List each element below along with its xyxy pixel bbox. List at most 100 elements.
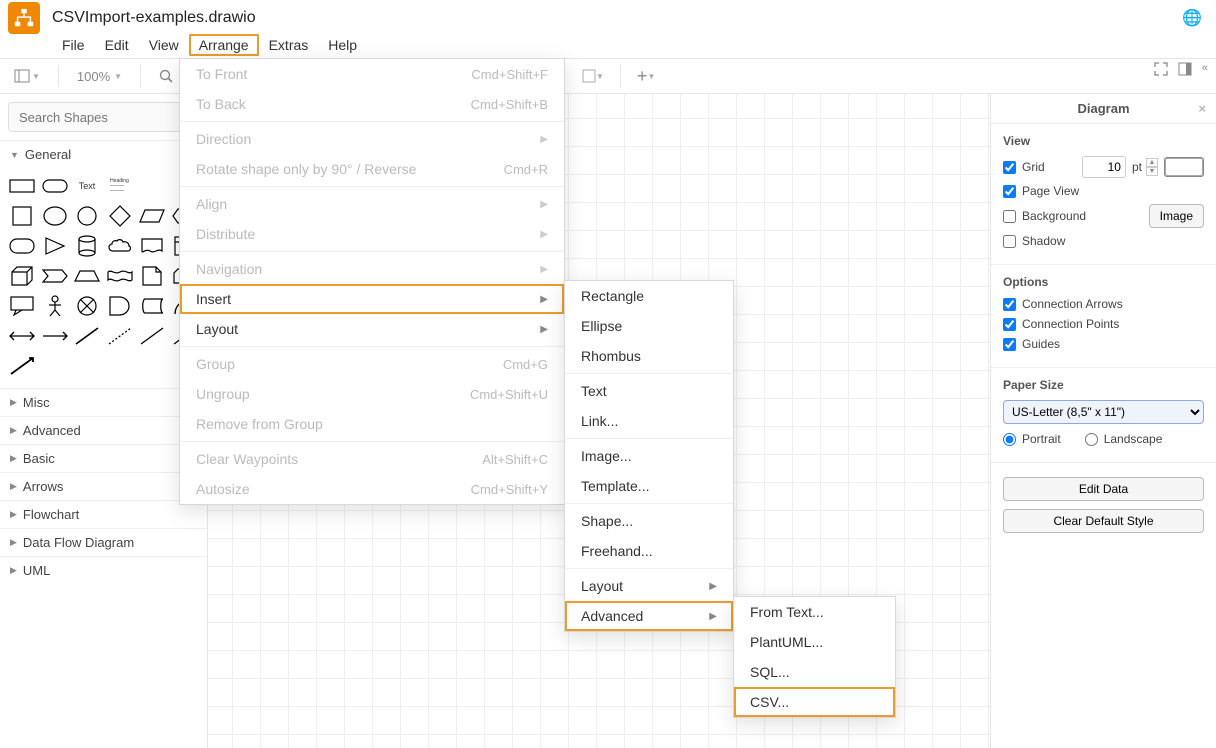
- panel-title: Diagram: [1077, 101, 1129, 116]
- shape-note[interactable]: [138, 264, 166, 288]
- shape-blank[interactable]: [138, 174, 166, 198]
- conn-points-checkbox[interactable]: [1003, 318, 1016, 331]
- fullscreen-icon[interactable]: [1154, 62, 1168, 79]
- shadow-checkbox[interactable]: [1003, 235, 1016, 248]
- menu-item-image[interactable]: Image...: [565, 441, 733, 471]
- section-general[interactable]: ▼General: [0, 140, 207, 168]
- menu-edit[interactable]: Edit: [95, 34, 139, 56]
- menu-item-template[interactable]: Template...: [565, 471, 733, 501]
- shape-heading[interactable]: Heading────────: [106, 174, 134, 198]
- menu-view[interactable]: View: [139, 34, 189, 56]
- advanced-submenu: From Text...PlantUML...SQL...CSV...: [733, 596, 896, 718]
- shape-ellipse[interactable]: [41, 204, 69, 228]
- menu-help[interactable]: Help: [318, 34, 367, 56]
- insert-submenu: RectangleEllipseRhombus TextLink... Image.…: [564, 280, 734, 632]
- shape-dashed-line[interactable]: [106, 324, 134, 348]
- shape-rounded-rect[interactable]: [41, 174, 69, 198]
- language-icon[interactable]: 🌐: [1182, 8, 1202, 28]
- document-title[interactable]: CSVImport-examples.drawio: [52, 9, 256, 27]
- menu-arrange[interactable]: Arrange: [189, 34, 259, 56]
- shape-arrow[interactable]: [41, 324, 69, 348]
- shape-or[interactable]: [73, 294, 101, 318]
- section-misc[interactable]: ▶Misc: [0, 388, 207, 416]
- shape-cube[interactable]: [8, 264, 36, 288]
- section-dfd[interactable]: ▶Data Flow Diagram: [0, 528, 207, 556]
- paper-size-select[interactable]: US-Letter (8,5" x 11"): [1003, 400, 1204, 424]
- grid-stepper[interactable]: ▲▼: [1146, 158, 1158, 176]
- shape-bidir-arrow[interactable]: [8, 324, 36, 348]
- chevron-right-icon: ▶: [540, 324, 548, 335]
- section-flowchart[interactable]: ▶Flowchart: [0, 500, 207, 528]
- pageview-checkbox[interactable]: [1003, 185, 1016, 198]
- section-arrows[interactable]: ▶Arrows: [0, 472, 207, 500]
- conn-arrows-checkbox[interactable]: [1003, 298, 1016, 311]
- shape-callout[interactable]: [8, 294, 36, 318]
- add-icon[interactable]: + ▼: [631, 62, 661, 91]
- menu-item-advanced[interactable]: Advanced▶: [565, 601, 733, 631]
- menu-item-csv[interactable]: CSV...: [734, 687, 895, 717]
- section-advanced[interactable]: ▶Advanced: [0, 416, 207, 444]
- landscape-radio[interactable]: [1085, 433, 1098, 446]
- menu-extras[interactable]: Extras: [259, 34, 319, 56]
- shape-actor[interactable]: [41, 294, 69, 318]
- shape-circle[interactable]: [73, 204, 101, 228]
- menu-item-rhombus[interactable]: Rhombus: [565, 341, 733, 371]
- menu-item-text[interactable]: Text: [565, 376, 733, 406]
- shape-diamond[interactable]: [106, 204, 134, 228]
- shape-step[interactable]: [41, 264, 69, 288]
- page-view-toggle-icon[interactable]: ▼: [8, 65, 46, 87]
- menu-item-layout[interactable]: Layout▶: [565, 571, 733, 601]
- collapse-icon[interactable]: «: [1202, 62, 1208, 79]
- format-panel: Diagram× View Grid pt ▲▼ Page View Backg…: [990, 94, 1216, 748]
- caret-icon: ▶: [10, 397, 17, 408]
- shape-cylinder[interactable]: [73, 234, 101, 258]
- conn-arrows-label: Connection Arrows: [1022, 297, 1123, 311]
- menu-item-clear-waypoints: Clear WaypointsAlt+Shift+C: [180, 444, 564, 474]
- shape-triangle[interactable]: [41, 234, 69, 258]
- grid-size-input[interactable]: [1082, 156, 1126, 178]
- shape-rect[interactable]: [8, 174, 36, 198]
- shape-square[interactable]: [8, 204, 36, 228]
- menu-item-shape[interactable]: Shape...: [565, 506, 733, 536]
- section-basic[interactable]: ▶Basic: [0, 444, 207, 472]
- menu-file[interactable]: File: [52, 34, 95, 56]
- menu-item-insert[interactable]: Insert▶: [180, 284, 564, 314]
- chevron-right-icon: ▶: [540, 199, 548, 210]
- edit-data-button[interactable]: Edit Data: [1003, 477, 1204, 501]
- menu-item-ellipse[interactable]: Ellipse: [565, 311, 733, 341]
- shape-cloud[interactable]: [106, 234, 134, 258]
- menu-item-sql[interactable]: SQL...: [734, 657, 895, 687]
- zoom-tool-icon[interactable]: [153, 65, 179, 87]
- menu-item-freehand[interactable]: Freehand...: [565, 536, 733, 566]
- style-dropdown-icon[interactable]: ▼: [576, 65, 610, 87]
- menu-item-link[interactable]: Link...: [565, 406, 733, 436]
- shape-and[interactable]: [106, 294, 134, 318]
- shape-tape[interactable]: [106, 264, 134, 288]
- shape-document[interactable]: [138, 234, 166, 258]
- close-icon[interactable]: ×: [1198, 101, 1206, 116]
- background-checkbox[interactable]: [1003, 210, 1016, 223]
- shape-process[interactable]: [8, 234, 36, 258]
- clear-style-button[interactable]: Clear Default Style: [1003, 509, 1204, 533]
- format-panel-toggle-icon[interactable]: [1178, 62, 1192, 79]
- shape-arrow3[interactable]: [8, 354, 36, 378]
- zoom-level[interactable]: 100% ▼: [71, 65, 128, 88]
- portrait-radio[interactable]: [1003, 433, 1016, 446]
- shape-parallelogram[interactable]: [138, 204, 166, 228]
- background-image-button[interactable]: Image: [1149, 204, 1204, 228]
- shape-text[interactable]: Text: [73, 174, 101, 198]
- guides-checkbox[interactable]: [1003, 338, 1016, 351]
- chevron-right-icon: ▶: [709, 611, 717, 622]
- shape-line[interactable]: [73, 324, 101, 348]
- shape-line2[interactable]: [138, 324, 166, 348]
- grid-checkbox[interactable]: [1003, 161, 1016, 174]
- grid-color-swatch[interactable]: [1164, 157, 1204, 177]
- menu-item-from-text[interactable]: From Text...: [734, 597, 895, 627]
- shape-data-storage[interactable]: [138, 294, 166, 318]
- menu-item-rectangle[interactable]: Rectangle: [565, 281, 733, 311]
- search-input[interactable]: [8, 102, 199, 132]
- shape-trapezoid[interactable]: [73, 264, 101, 288]
- menu-item-plantuml[interactable]: PlantUML...: [734, 627, 895, 657]
- section-uml[interactable]: ▶UML: [0, 556, 207, 584]
- menu-item-layout[interactable]: Layout▶: [180, 314, 564, 344]
